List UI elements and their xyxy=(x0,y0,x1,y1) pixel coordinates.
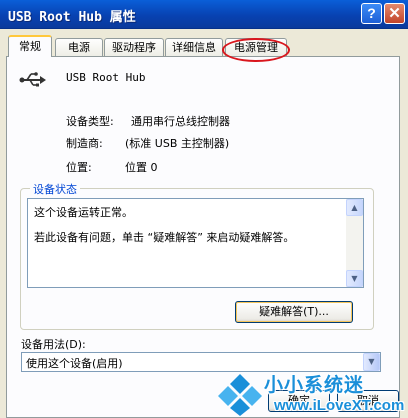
manufacturer-label: 制造商: xyxy=(66,137,103,150)
tab-driver[interactable]: 驱动程序 xyxy=(104,38,164,56)
title-bar[interactable]: USB Root Hub 属性 ? ✕ xyxy=(0,0,408,29)
watermark-title: 小小系统迷 xyxy=(264,374,365,396)
close-button[interactable]: ✕ xyxy=(384,3,405,24)
scroll-up-button[interactable]: ▲ xyxy=(346,199,363,216)
device-type-value: 通用串行总线控制器 xyxy=(131,115,230,128)
tab-general[interactable]: 常规 xyxy=(8,35,52,57)
location-label: 位置: xyxy=(66,161,92,174)
usb-icon xyxy=(19,72,46,87)
troubleshoot-button[interactable]: 疑难解答(T)... xyxy=(235,301,353,323)
device-name: USB Root Hub xyxy=(66,71,146,84)
watermark-url: www.iLoveXT.com xyxy=(274,397,405,414)
device-type-label: 设备类型: xyxy=(66,115,114,128)
watermark: 小小系统迷 www.iLoveXT.com xyxy=(216,370,408,418)
device-usage-value: 使用这个设备(启用) xyxy=(26,357,123,370)
window-title: USB Root Hub 属性 xyxy=(8,10,136,25)
highlight-ellipse xyxy=(222,38,290,62)
scroll-down-button[interactable]: ▼ xyxy=(346,270,363,287)
tab-power[interactable]: 电源 xyxy=(55,38,103,56)
watermark-logo-icon xyxy=(218,374,262,416)
device-usage-label: 设备用法(D): xyxy=(21,338,86,351)
manufacturer-value: (标准 USB 主控制器) xyxy=(125,137,230,150)
chevron-down-icon[interactable]: ▼ xyxy=(363,353,380,371)
status-scrollbar[interactable]: ▲ ▼ xyxy=(346,199,363,287)
tab-details[interactable]: 详细信息 xyxy=(165,38,223,56)
status-hint: 若此设备有问题，单击 “疑难解答” 来启动疑难解答。 xyxy=(34,231,295,244)
help-button[interactable]: ? xyxy=(361,3,382,24)
location-value: 位置 0 xyxy=(125,161,158,174)
status-message: 这个设备运转正常。 xyxy=(34,206,133,219)
device-status-label: 设备状态 xyxy=(30,181,80,197)
